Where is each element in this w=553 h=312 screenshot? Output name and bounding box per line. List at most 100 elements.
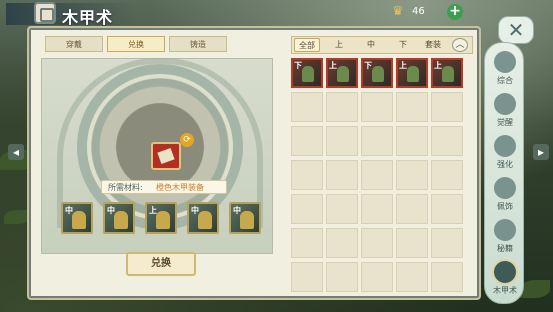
anvil-icon [494,135,516,157]
exchange-button[interactable]: 兑换 [126,252,196,276]
item-tier-label: 下 [294,60,302,70]
inventory-grid: 下上下上上 [291,58,473,298]
equipment-figure-icon [114,211,128,229]
inventory-empty-slot[interactable] [326,194,358,224]
inventory-item[interactable]: 上 [326,58,358,88]
inventory-empty-slot[interactable] [396,262,428,292]
inventory-empty-slot[interactable] [361,194,393,224]
awaken-icon [494,93,516,115]
inventory-empty-slot[interactable] [396,92,428,122]
inventory-empty-slot[interactable] [326,262,358,292]
inventory-empty-slot[interactable] [326,92,358,122]
currency-value: 46 [412,6,425,17]
page-title: 木甲术 [62,8,114,27]
equipment-figure-icon [156,211,170,229]
equipment-figure-icon [72,211,86,229]
ornament-icon [494,177,516,199]
swap-icon[interactable]: ⟳ [180,133,194,147]
side-item-label: 强化 [497,160,513,169]
equipment-figure-icon [198,211,212,229]
inventory-item[interactable]: 下 [291,58,323,88]
target-equipment-icon[interactable] [151,142,181,170]
inventory-empty-slot[interactable] [396,194,428,224]
equipment-figure-icon [302,66,314,82]
inventory-item[interactable]: 下 [361,58,393,88]
inventory-item[interactable]: 上 [396,58,428,88]
material-label: 所需材料: [108,183,143,192]
equipment-figure-icon [240,211,254,229]
tab-wear[interactable]: 穿戴 [45,36,103,52]
side-item-label: 秘籍 [497,244,513,253]
inventory-empty-slot[interactable] [396,160,428,190]
inventory-area: 全部 上 中 下 套装 ︿ 下上下上上 [287,30,477,298]
inventory-empty-slot[interactable] [361,228,393,258]
material-slot[interactable]: 上 [145,202,177,234]
top-bar: 木甲术 ♛ 46 + [0,0,553,27]
inventory-empty-slot[interactable] [326,126,358,156]
exchange-area: 穿戴 兑换 铸造 ⟳ 所需材料: 橙色木甲装备 中 中 上 中 中 兑换 [31,30,285,298]
material-slots: 中 中 上 中 中 [61,202,261,238]
add-currency-button[interactable]: + [447,4,463,20]
inventory-empty-slot[interactable] [361,160,393,190]
inventory-empty-slot[interactable] [431,160,463,190]
inventory-empty-slot[interactable] [291,92,323,122]
inventory-empty-slot[interactable] [291,194,323,224]
inventory-item[interactable]: 上 [431,58,463,88]
inventory-empty-slot[interactable] [431,194,463,224]
filter-middle[interactable]: 中 [358,38,384,52]
arrow-right-icon[interactable]: ▸ [533,144,549,160]
inventory-empty-slot[interactable] [291,126,323,156]
material-slot[interactable]: 中 [61,202,93,234]
inventory-empty-slot[interactable] [291,262,323,292]
side-item-ornament[interactable]: 佩饰 [485,173,525,219]
inventory-empty-slot[interactable] [326,160,358,190]
side-item-manual[interactable]: 秘籍 [485,215,525,261]
material-slot[interactable]: 中 [229,202,261,234]
close-button[interactable]: ✕ [498,16,534,44]
gear-icon [492,259,518,285]
coin-crown-icon: ♛ [392,4,404,19]
collapse-button[interactable]: ︿ [452,38,468,52]
inventory-empty-slot[interactable] [431,262,463,292]
side-item-enhance[interactable]: 强化 [485,131,525,177]
side-item-awaken[interactable]: 觉醒 [485,89,525,135]
inventory-empty-slot[interactable] [361,92,393,122]
material-requirement: 所需材料: 橙色木甲装备 [101,180,227,194]
menu-book-icon[interactable] [34,2,56,24]
side-item-label: 佩饰 [497,202,513,211]
filter-set[interactable]: 套装 [418,38,448,52]
inventory-empty-slot[interactable] [291,228,323,258]
material-slot[interactable]: 中 [103,202,135,234]
item-tier-label: 上 [399,60,407,70]
inventory-empty-slot[interactable] [431,92,463,122]
arrow-left-icon[interactable]: ◂ [8,144,24,160]
material-slot[interactable]: 中 [187,202,219,234]
filter-lower[interactable]: 下 [390,38,416,52]
filter-all[interactable]: 全部 [294,38,320,52]
inventory-empty-slot[interactable] [361,262,393,292]
tab-exchange[interactable]: 兑换 [107,36,165,52]
tab-forge[interactable]: 铸造 [169,36,227,52]
equipment-figure-icon [372,66,384,82]
side-item-mechanism[interactable]: 木甲术 [485,257,525,303]
inventory-empty-slot[interactable] [326,228,358,258]
filter-upper[interactable]: 上 [326,38,352,52]
inventory-empty-slot[interactable] [291,160,323,190]
inventory-empty-slot[interactable] [361,126,393,156]
side-item-general[interactable]: 综合 [485,47,525,93]
item-tier-label: 下 [364,60,372,70]
inventory-empty-slot[interactable] [396,126,428,156]
filter-bar: 全部 上 中 下 套装 ︿ [291,36,473,54]
item-tier-label: 上 [329,60,337,70]
material-value: 橙色木甲装备 [156,183,204,192]
equipment-figure-icon [337,66,349,82]
inventory-empty-slot[interactable] [431,126,463,156]
inventory-empty-slot[interactable] [431,228,463,258]
inventory-empty-slot[interactable] [396,228,428,258]
swirl-icon [494,51,516,73]
main-panel: 穿戴 兑换 铸造 ⟳ 所需材料: 橙色木甲装备 中 中 上 中 中 兑换 全部 … [27,26,481,300]
side-item-label: 觉醒 [497,118,513,127]
side-menu: 综合 觉醒 强化 佩饰 秘籍 木甲术 [484,42,524,304]
book-icon [494,219,516,241]
equipment-figure-icon [442,66,454,82]
